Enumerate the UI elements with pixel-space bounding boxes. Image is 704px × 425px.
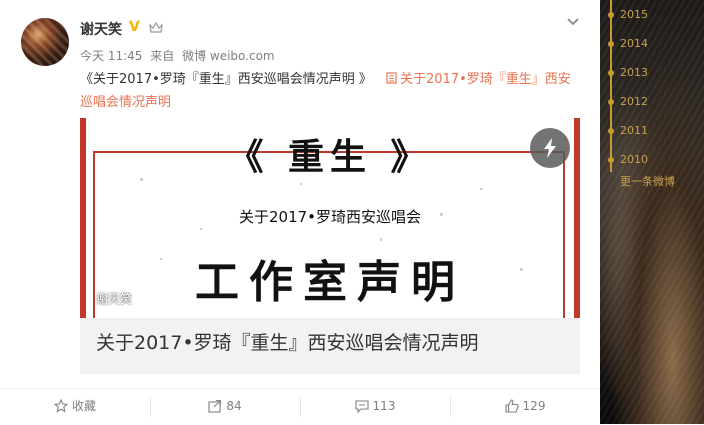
like-count: 129	[522, 399, 546, 413]
username[interactable]: 谢天笑	[80, 19, 122, 39]
article-cover-image[interactable]: 《 重生 》 关于2017•罗琦西安巡唱会 工作室声明 谢天笑	[80, 118, 580, 318]
poster-title: 《 重生 》	[227, 136, 433, 178]
article-icon	[386, 72, 397, 84]
post-time[interactable]: 今天 11:45	[80, 49, 142, 63]
timeline-year-2012[interactable]: 2012	[620, 95, 648, 108]
poster-heading: 工作室声明	[195, 257, 465, 308]
member-crown-icon[interactable]	[149, 22, 163, 34]
timeline-dot	[608, 70, 614, 76]
chevron-down-icon[interactable]	[565, 14, 581, 30]
comment-icon	[354, 400, 369, 414]
verified-badge-icon[interactable]: V	[129, 20, 144, 35]
comment-button[interactable]: 113	[300, 389, 450, 425]
timeline-dot	[608, 157, 614, 163]
comment-count: 113	[372, 399, 396, 413]
favorite-button[interactable]: 收藏	[0, 389, 150, 425]
timeline-dot	[608, 12, 614, 18]
timeline-year-2015[interactable]: 2015	[620, 8, 648, 21]
post-body: 《关于2017•罗琦『重生』西安巡唱会情况声明 》	[80, 72, 372, 87]
lightning-icon	[544, 138, 556, 158]
timeline-more-link[interactable]: 更一条微博	[620, 173, 675, 189]
star-icon	[53, 398, 69, 413]
article-card[interactable]: 《 重生 》 关于2017•罗琦西安巡唱会 工作室声明 谢天笑 关于2017•罗…	[80, 118, 580, 374]
timeline-year-2014[interactable]: 2014	[620, 37, 648, 50]
avatar[interactable]	[21, 18, 69, 66]
repost-count: 84	[226, 399, 242, 413]
post-meta: 今天 11:45 来自 微博 weibo.com	[80, 47, 279, 64]
article-card-title[interactable]: 关于2017•罗琦『重生』西安巡唱会情况声明	[96, 328, 479, 355]
favorite-label: 收藏	[71, 399, 96, 413]
repost-icon	[208, 399, 222, 413]
timeline-dot	[608, 99, 614, 105]
image-watermark: 谢天笑	[96, 292, 133, 306]
action-bar: 收藏 84 113 129	[0, 388, 600, 425]
fast-load-button[interactable]	[530, 128, 570, 168]
timeline-sidebar: 2015 2014 2013 2012 2011 2010 更一条微博	[600, 0, 704, 424]
thumbs-up-icon	[504, 399, 519, 413]
timeline-year-2011[interactable]: 2011	[620, 124, 648, 137]
timeline-year-2013[interactable]: 2013	[620, 66, 648, 79]
source-prefix: 来自	[150, 49, 175, 63]
repost-button[interactable]: 84	[150, 389, 300, 425]
poster-subtitle: 关于2017•罗琦西安巡唱会	[238, 208, 422, 226]
post-source[interactable]: 微博 weibo.com	[182, 49, 275, 63]
weibo-feed-card: 谢天笑 V 今天 11:45 来自 微博 weibo.com 《关于2017•罗…	[0, 0, 600, 424]
timeline-year-2010[interactable]: 2010	[620, 153, 648, 166]
timeline-dot	[608, 128, 614, 134]
post-text: 《关于2017•罗琦『重生』西安巡唱会情况声明 》 关于2017•罗琦『重生』西…	[80, 68, 580, 114]
timeline-dot	[608, 41, 614, 47]
like-button[interactable]: 129	[450, 389, 600, 425]
timeline-line	[610, 0, 612, 172]
